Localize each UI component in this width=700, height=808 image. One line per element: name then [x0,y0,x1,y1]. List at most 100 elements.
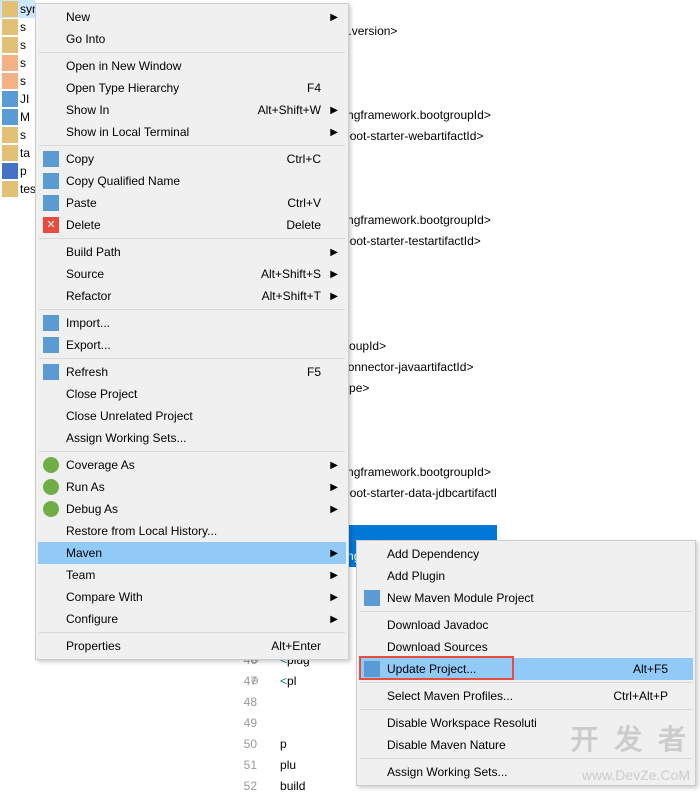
code-line[interactable]: <pl [270,671,296,692]
project-item-s[interactable]: s [0,72,35,90]
project-item-JI[interactable]: JI [0,90,35,108]
main-menu-item-properties[interactable]: PropertiesAlt+Enter [38,635,346,657]
main-menu-item-open-in-new-window[interactable]: Open in New Window [38,55,346,77]
main-menu-item-import[interactable]: Import... [38,312,346,334]
maven-menu-item-update-project[interactable]: Update Project...Alt+F5 [359,658,693,680]
main-menu-item-show-in[interactable]: Show InAlt+Shift+W▶ [38,99,346,121]
main-menu-item-close-project[interactable]: Close Project [38,383,346,405]
code-line[interactable]: build [270,776,305,797]
code-line[interactable]: plu [270,755,296,776]
main-menu-item-restore-from-local-history[interactable]: Restore from Local History... [38,520,346,542]
project-icon [2,1,18,17]
menu-shortcut: Delete [286,218,321,232]
menu-item-label: Debug As [66,502,321,516]
menu-separator [39,52,345,53]
menu-item-label: Add Dependency [387,547,668,561]
project-icon [2,19,18,35]
menu-item-label: Configure [66,612,321,626]
copy-icon [43,173,59,189]
submenu-arrow-icon: ▶ [330,570,338,581]
main-menu-item-close-unrelated-project[interactable]: Close Unrelated Project [38,405,346,427]
maven-menu-item-add-plugin[interactable]: Add Plugin [359,565,693,587]
project-item-s[interactable]: s [0,126,35,144]
project-icon [2,37,18,53]
main-menu-item-go-into[interactable]: Go Into [38,28,346,50]
main-menu-item-assign-working-sets[interactable]: Assign Working Sets... [38,427,346,449]
project-item-s[interactable]: s [0,54,35,72]
maven-menu-item-new-maven-module-project[interactable]: New Maven Module Project [359,587,693,609]
menu-item-label: Source [66,267,241,281]
main-menu-item-compare-with[interactable]: Compare With ▶ [38,586,346,608]
main-menu-item-debug-as[interactable]: Debug As ▶ [38,498,346,520]
code-line[interactable] [270,713,280,734]
menu-item-label: Open Type Hierarchy [66,81,287,95]
main-menu-item-copy-qualified-name[interactable]: Copy Qualified Name [38,170,346,192]
submenu-arrow-icon: ▶ [330,291,338,302]
context-menu-main[interactable]: New▶Go IntoOpen in New WindowOpen Type H… [35,3,349,660]
menu-item-label: Build Path [66,245,321,259]
menu-item-label: Copy Qualified Name [66,174,321,188]
main-menu-item-run-as[interactable]: Run As▶ [38,476,346,498]
maven-menu-item-assign-working-sets[interactable]: Assign Working Sets... [359,761,693,783]
main-menu-item-refactor[interactable]: RefactorAlt+Shift+T▶ [38,285,346,307]
submenu-arrow-icon: ▶ [330,614,338,625]
maven-menu-item-disable-workspace-resoluti[interactable]: Disable Workspace Resoluti [359,712,693,734]
project-item-M[interactable]: M [0,108,35,126]
menu-item-label: New [66,10,321,24]
menu-item-label: Close Unrelated Project [66,409,321,423]
menu-item-label: Add Plugin [387,569,668,583]
main-menu-item-refresh[interactable]: RefreshF5 [38,361,346,383]
main-menu-item-paste[interactable]: PasteCtrl+V [38,192,346,214]
main-menu-item-coverage-as[interactable]: Coverage As▶ [38,454,346,476]
import-icon [43,315,59,331]
menu-item-label: New Maven Module Project [387,591,668,605]
submenu-arrow-icon: ▶ [330,592,338,603]
project-item-test[interactable]: test [0,180,35,198]
project-item-s[interactable]: s [0,18,35,36]
maven-menu-item-download-sources[interactable]: Download Sources [359,636,693,658]
submenu-arrow-icon: ▶ [330,504,338,515]
maven-menu-item-download-javadoc[interactable]: Download Javadoc [359,614,693,636]
menu-item-label: Properties [66,639,251,653]
menu-item-label: Compare With [66,590,321,604]
menu-item-label: Open in New Window [66,59,321,73]
project-item-ta[interactable]: ta [0,144,35,162]
main-menu-item-maven[interactable]: Maven ▶ [38,542,346,564]
menu-item-label: Maven [66,546,321,560]
menu-item-label: Show in Local Terminal [66,125,321,139]
folder-brown-icon [2,73,18,89]
submenu-arrow-icon: ▶ [330,105,338,116]
main-menu-item-team[interactable]: Team▶ [38,564,346,586]
maven-menu-item-disable-maven-nature[interactable]: Disable Maven Nature [359,734,693,756]
menu-separator [360,611,692,612]
context-menu-maven[interactable]: Add Dependency Add Plugin New Maven Module… [356,540,696,786]
main-menu-item-configure[interactable]: Configure ▶ [38,608,346,630]
menu-separator [360,709,692,710]
main-menu-item-export[interactable]: Export... [38,334,346,356]
maven-menu-item-select-maven-profiles[interactable]: Select Maven Profiles...Ctrl+Alt+P [359,685,693,707]
project-explorer[interactable]: syncompssssJIMstaptest [0,0,35,198]
code-line[interactable]: p [270,734,287,755]
main-menu-item-copy[interactable]: CopyCtrl+C [38,148,346,170]
code-line[interactable] [270,692,280,713]
menu-shortcut: Alt+Shift+W [258,103,321,117]
main-menu-item-show-in-local-terminal[interactable]: Show in Local Terminal▶ [38,121,346,143]
submenu-arrow-icon: ▶ [330,548,338,559]
maven-menu-item-add-dependency[interactable]: Add Dependency [359,543,693,565]
menu-separator [39,632,345,633]
menu-item-label: Disable Workspace Resoluti [387,716,668,730]
menu-item-label: Download Javadoc [387,618,668,632]
menu-item-label: Export... [66,338,321,352]
main-menu-item-build-path[interactable]: Build Path▶ [38,241,346,263]
project-item-s[interactable]: s [0,36,35,54]
project-item-syncomp[interactable]: syncomp [0,0,35,18]
menu-item-label: Copy [66,152,267,166]
project-item-p[interactable]: p [0,162,35,180]
menu-item-label: Download Sources [387,640,668,654]
delete-icon: ✕ [43,217,59,233]
main-menu-item-source[interactable]: SourceAlt+Shift+S▶ [38,263,346,285]
main-menu-item-new[interactable]: New▶ [38,6,346,28]
coverage-icon [43,457,59,473]
main-menu-item-delete[interactable]: ✕DeleteDelete [38,214,346,236]
main-menu-item-open-type-hierarchy[interactable]: Open Type HierarchyF4 [38,77,346,99]
